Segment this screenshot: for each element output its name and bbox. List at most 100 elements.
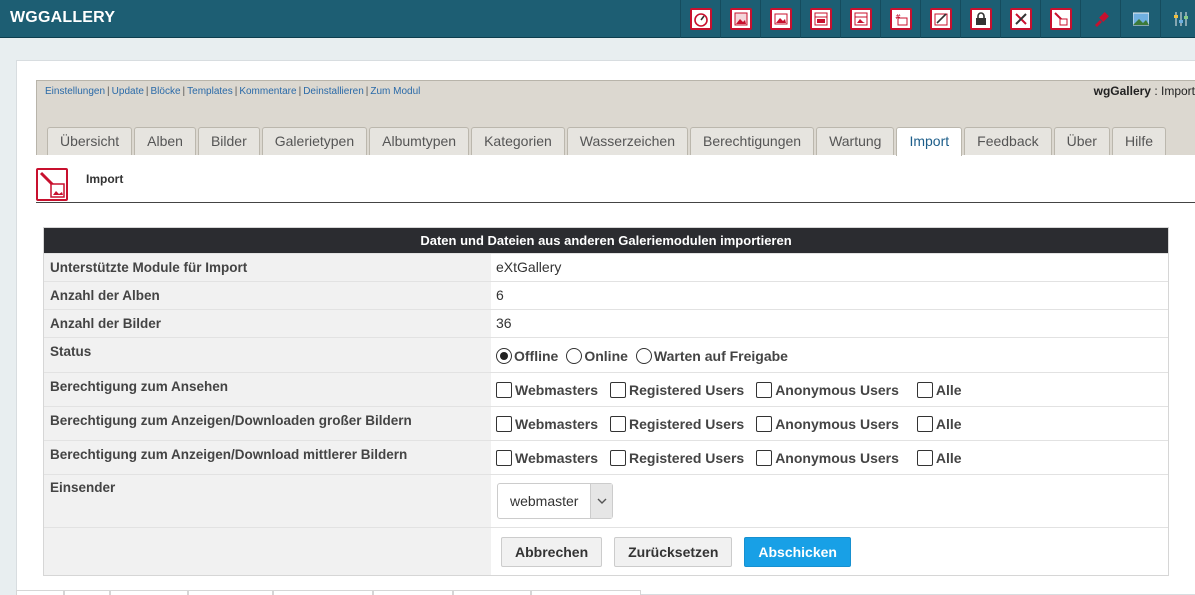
tab-albums[interactable]: Alben	[134, 127, 196, 155]
link-templates[interactable]: Templates	[187, 86, 233, 97]
buttons-cell: Abbrechen Zurücksetzen Abschicken	[491, 528, 1168, 575]
module-header: Einstellungen | Update | Blöcke | Templates | Ko…	[36, 80, 1195, 156]
import-button[interactable]	[1040, 0, 1080, 38]
tab-about[interactable]: Über	[1053, 127, 1110, 155]
images-button[interactable]	[760, 0, 800, 38]
maintenance-button[interactable]	[1000, 0, 1040, 38]
link-comments[interactable]: Kommentare	[239, 86, 296, 97]
status-offline-radio[interactable]: Offline	[496, 348, 558, 364]
app-title[interactable]: WGGALLERY	[10, 9, 115, 27]
perm-view-registered-checkbox[interactable]: Registered Users	[610, 381, 744, 398]
albums-button[interactable]	[720, 0, 760, 38]
link-update[interactable]: Update	[112, 86, 144, 97]
image-icon	[769, 8, 792, 30]
form-row-modules: Unterstützte Module für Import eXtGaller…	[44, 253, 1168, 281]
page-header: Import	[36, 155, 1195, 203]
submitter-value: webmaster	[510, 493, 579, 509]
top-bar: WGGALLERY #	[0, 0, 1195, 38]
tab-gallerytypes[interactable]: Galerietypen	[261, 127, 368, 155]
perm-medium-checkboxes: Webmasters Registered Users Anonymous Us…	[491, 441, 1168, 474]
images-value: 36	[491, 310, 1168, 337]
status-online-radio[interactable]: Online	[566, 348, 628, 364]
permissions-button[interactable]	[960, 0, 1000, 38]
gallerytypes-icon	[809, 8, 832, 30]
about-button[interactable]	[1120, 0, 1160, 38]
tab-permissions[interactable]: Berechtigungen	[689, 127, 815, 155]
submit-button[interactable]: Abschicken	[744, 536, 851, 567]
gallerytypes-button[interactable]	[800, 0, 840, 38]
perm-large-registered-checkbox[interactable]: Registered Users	[610, 415, 744, 432]
tab-bar: Übersicht Alben Bilder Galerietypen Albu…	[47, 127, 1168, 156]
perm-large-all-checkbox[interactable]: Alle	[916, 415, 962, 432]
tab-categories[interactable]: Kategorien	[471, 127, 565, 155]
submitter-cell: webmaster	[491, 475, 1168, 527]
reset-button[interactable]: Zurücksetzen	[614, 536, 733, 567]
dashboard-button[interactable]	[680, 0, 720, 38]
albumtypes-icon	[849, 8, 872, 30]
perm-large-label: Berechtigung zum Anzeigen/Downloaden gro…	[44, 407, 491, 440]
status-pending-radio[interactable]: Warten auf Freigabe	[635, 348, 788, 364]
watermark-button[interactable]	[920, 0, 960, 38]
import-icon	[1049, 8, 1072, 30]
footer-tabs	[16, 590, 641, 595]
lock-icon	[969, 8, 992, 30]
perm-large-anonymous-checkbox[interactable]: Anonymous Users	[756, 415, 899, 432]
link-blocks[interactable]: Blöcke	[151, 86, 181, 97]
perm-view-webmasters-checkbox[interactable]: Webmasters	[496, 381, 598, 398]
perm-large-checkboxes: Webmasters Registered Users Anonymous Us…	[491, 407, 1168, 440]
form-row-buttons: Abbrechen Zurücksetzen Abschicken	[44, 527, 1168, 575]
perm-large-webmasters-checkbox[interactable]: Webmasters	[496, 415, 598, 432]
toolbar: #	[680, 0, 1195, 38]
perm-view-all-checkbox[interactable]: Alle	[916, 381, 962, 398]
page-title: Import	[86, 172, 124, 186]
perm-view-checkboxes: Webmasters Registered Users Anonymous Us…	[491, 373, 1168, 406]
chevron-down-icon	[590, 484, 612, 518]
module-title: wgGallery : Import	[1094, 84, 1195, 98]
form-row-status: Status Offline Online Warten auf Freigab…	[44, 337, 1168, 372]
tab-images[interactable]: Bilder	[197, 127, 260, 155]
feedback-button[interactable]	[1080, 0, 1120, 38]
submitter-select[interactable]: webmaster	[497, 483, 613, 519]
categories-button[interactable]: #	[880, 0, 920, 38]
form-row-submitter: Einsender webmaster	[44, 474, 1168, 527]
landscape-icon	[1130, 8, 1152, 30]
perm-medium-webmasters-checkbox[interactable]: Webmasters	[496, 449, 598, 466]
tab-overview[interactable]: Übersicht	[47, 127, 133, 155]
cancel-button[interactable]: Abbrechen	[501, 536, 603, 567]
tab-help[interactable]: Hilfe	[1111, 127, 1166, 155]
submitter-label: Einsender	[44, 475, 491, 527]
perm-medium-all-checkbox[interactable]: Alle	[916, 449, 962, 466]
status-label: Status	[44, 338, 491, 372]
status-radios: Offline Online Warten auf Freigabe	[491, 338, 1168, 372]
perm-medium-anonymous-checkbox[interactable]: Anonymous Users	[756, 449, 899, 466]
form-header: Daten und Dateien aus anderen Galeriemod…	[44, 228, 1168, 253]
form-row-albums: Anzahl der Alben 6	[44, 281, 1168, 309]
images-label: Anzahl der Bilder	[44, 310, 491, 337]
link-to-module[interactable]: Zum Modul	[370, 86, 420, 97]
import-icon	[36, 168, 68, 201]
albumtypes-button[interactable]	[840, 0, 880, 38]
modules-value: eXtGallery	[491, 254, 1168, 281]
albums-value: 6	[491, 282, 1168, 309]
form-row-images: Anzahl der Bilder 36	[44, 309, 1168, 337]
module-name: wgGallery	[1093, 84, 1151, 98]
feedback-icon	[1090, 8, 1112, 30]
perm-view-label: Berechtigung zum Ansehen	[44, 373, 491, 406]
tab-watermarks[interactable]: Wasserzeichen	[566, 127, 688, 155]
tab-maintenance[interactable]: Wartung	[816, 127, 895, 155]
tab-albumtypes[interactable]: Albumtypen	[369, 127, 470, 155]
link-settings[interactable]: Einstellungen	[45, 86, 105, 97]
dashboard-icon	[689, 8, 712, 30]
tab-import[interactable]: Import	[896, 127, 963, 156]
perm-view-anonymous-checkbox[interactable]: Anonymous Users	[756, 381, 899, 398]
import-form: Daten und Dateien aus anderen Galeriemod…	[43, 227, 1169, 576]
perm-medium-registered-checkbox[interactable]: Registered Users	[610, 449, 744, 466]
settings-button[interactable]	[1160, 0, 1195, 38]
form-row-perm-large: Berechtigung zum Anzeigen/Downloaden gro…	[44, 406, 1168, 440]
sliders-icon	[1170, 8, 1192, 30]
link-uninstall[interactable]: Deinstallieren	[303, 86, 364, 97]
albums-label: Anzahl der Alben	[44, 282, 491, 309]
tab-feedback[interactable]: Feedback	[964, 127, 1052, 155]
form-row-perm-view: Berechtigung zum Ansehen Webmasters Regi…	[44, 372, 1168, 406]
tools-icon	[1009, 8, 1032, 30]
